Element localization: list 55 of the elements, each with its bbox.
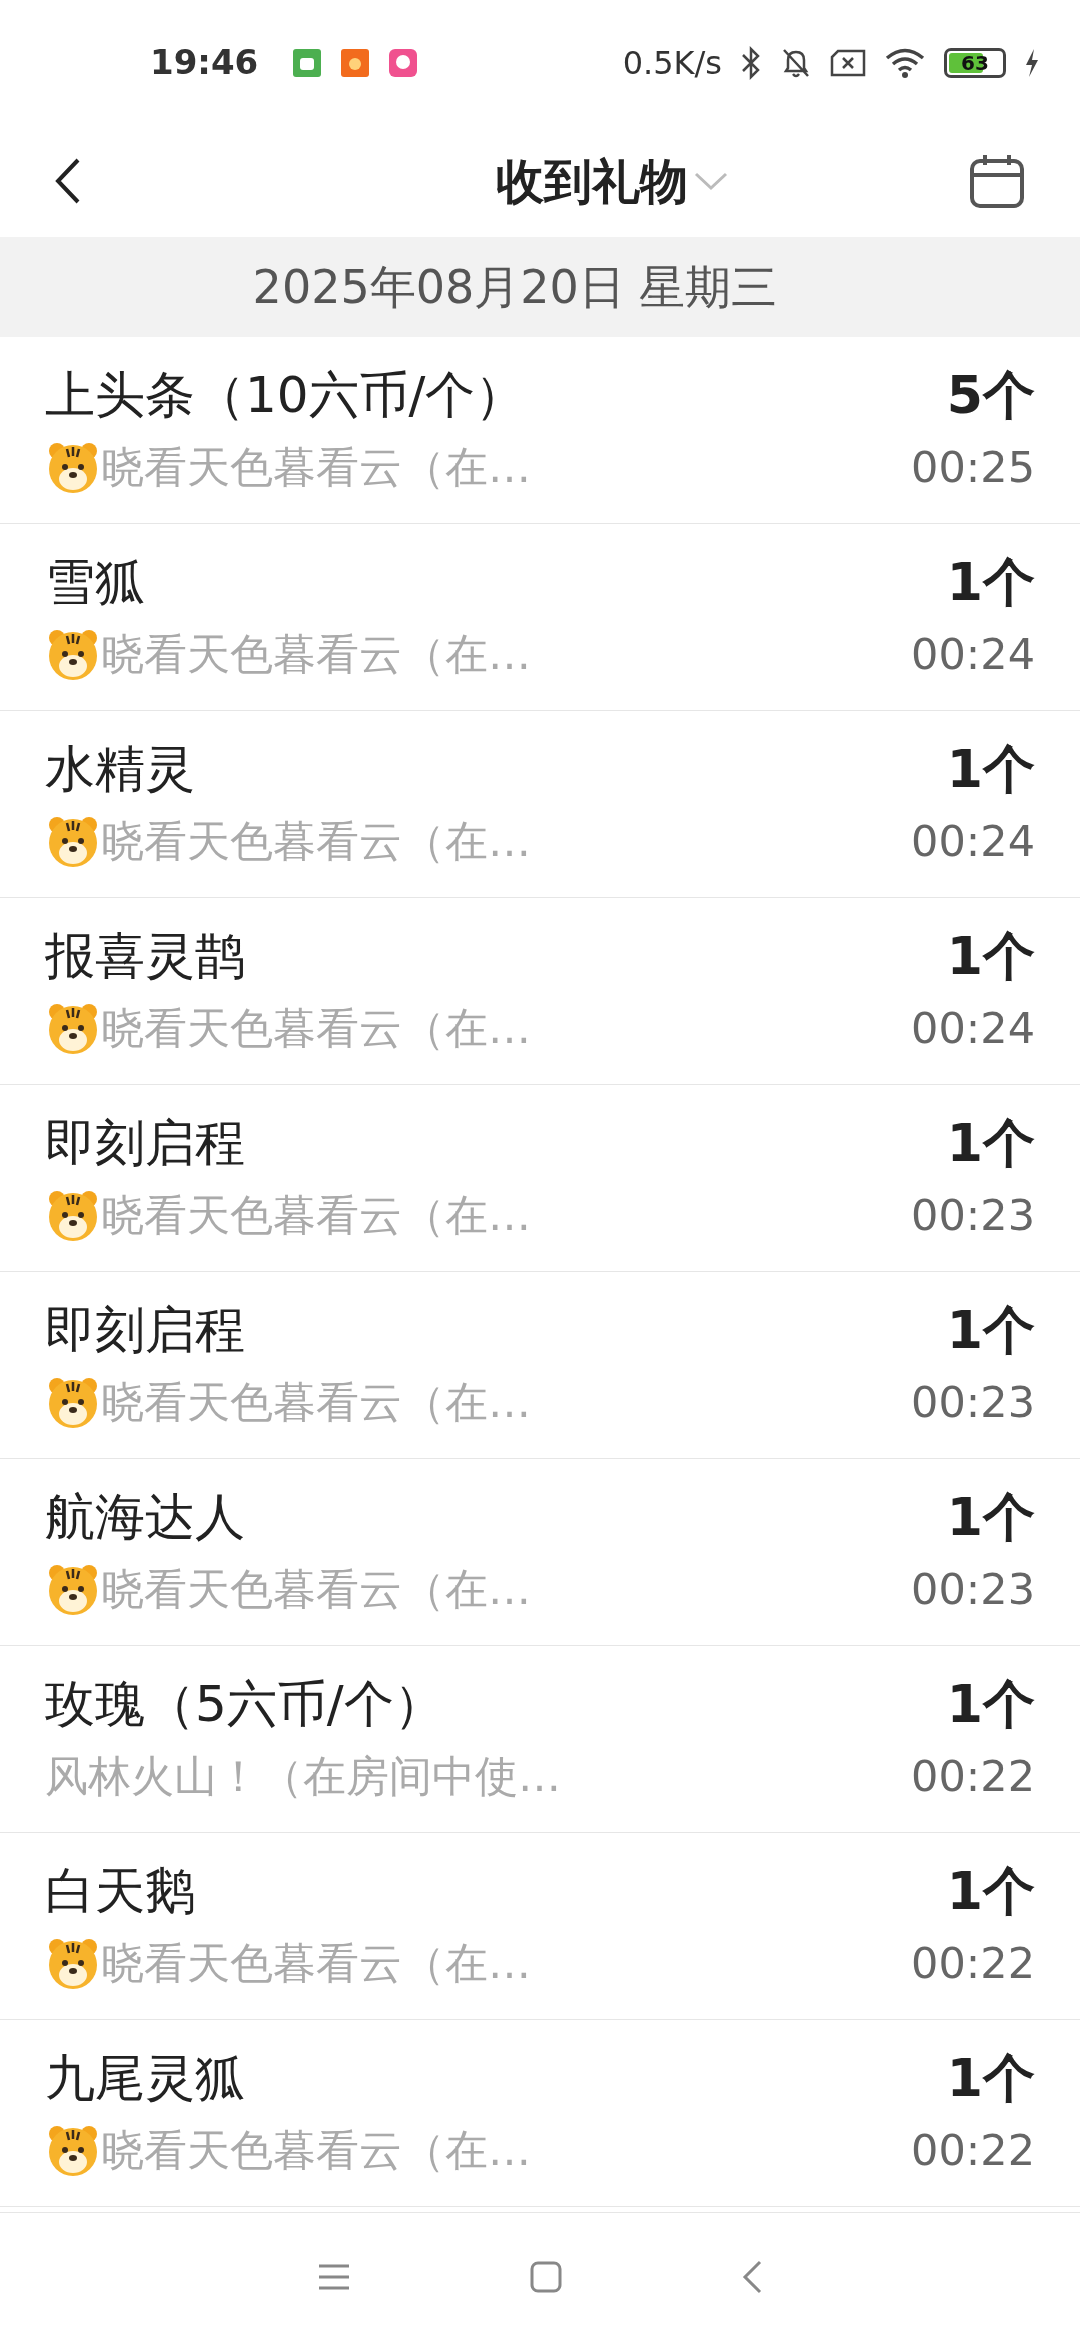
sender-name: 晓看天色暮看云（在… bbox=[101, 1937, 531, 1990]
menu-icon[interactable] bbox=[318, 2263, 350, 2290]
gift-time: 00:24 bbox=[911, 815, 1035, 868]
calendar-icon bbox=[969, 153, 1025, 209]
gift-name: 即刻启程 bbox=[45, 1300, 246, 1360]
clock: 19:46 bbox=[150, 41, 259, 84]
gift-time: 00:24 bbox=[911, 628, 1035, 681]
sender-name: 晓看天色暮看云（在… bbox=[101, 1002, 531, 1055]
gift-count: 1个 bbox=[946, 1674, 1035, 1734]
bluetooth-icon bbox=[740, 45, 762, 80]
gift-name: 航海达人 bbox=[45, 1487, 246, 1547]
network-speed: 0.5K/s bbox=[622, 42, 722, 84]
gift-count: 5个 bbox=[946, 365, 1035, 425]
sender-name: 风林火山！（在房间中使… bbox=[45, 1750, 561, 1803]
gift-name: 报喜灵鹊 bbox=[45, 926, 246, 986]
sender-name: 晓看天色暮看云（在… bbox=[101, 1189, 531, 1242]
gift-name: 九尾灵狐 bbox=[45, 2048, 246, 2108]
wifi-icon bbox=[884, 46, 926, 79]
sender-name: 晓看天色暮看云（在… bbox=[101, 441, 531, 494]
sender-name: 晓看天色暮看云（在… bbox=[101, 2124, 531, 2177]
calendar-button[interactable] bbox=[969, 153, 1025, 209]
gift-time: 00:23 bbox=[911, 1376, 1035, 1429]
gift-count: 1个 bbox=[946, 739, 1035, 799]
back-nav-icon[interactable] bbox=[742, 2259, 762, 2294]
chevron-down-icon bbox=[694, 171, 728, 191]
back-icon bbox=[55, 157, 81, 205]
gift-count: 1个 bbox=[946, 1300, 1035, 1360]
gift-time: 00:22 bbox=[911, 1750, 1035, 1803]
gift-time: 00:23 bbox=[911, 1563, 1035, 1616]
gift-count: 1个 bbox=[946, 552, 1035, 612]
charging-bolt-icon bbox=[1024, 47, 1040, 78]
gift-name: 水精灵 bbox=[45, 739, 196, 799]
gift-name: 白天鹅 bbox=[45, 1861, 196, 1921]
sender-name: 晓看天色暮看云（在… bbox=[101, 1376, 531, 1429]
gift-count: 1个 bbox=[946, 2048, 1035, 2108]
sender-name: 晓看天色暮看云（在… bbox=[101, 628, 531, 681]
gift-name: 雪狐 bbox=[45, 552, 146, 612]
gift-name: 上头条（10六币/个） bbox=[45, 365, 527, 425]
gift-time: 00:25 bbox=[911, 441, 1035, 494]
home-icon[interactable] bbox=[530, 2260, 562, 2293]
sender-name: 晓看天色暮看云（在… bbox=[101, 815, 531, 868]
gift-count: 1个 bbox=[946, 1861, 1035, 1921]
sender-name: 晓看天色暮看云（在… bbox=[101, 1563, 531, 1616]
gift-count: 1个 bbox=[946, 1487, 1035, 1547]
gift-name: 即刻启程 bbox=[45, 1113, 246, 1173]
gift-time: 00:23 bbox=[911, 1189, 1035, 1242]
date-label: 2025年08月20日 星期三 bbox=[252, 258, 779, 316]
title-dropdown[interactable]: 收到礼物 bbox=[496, 145, 728, 217]
sim-card-x-icon bbox=[830, 48, 866, 77]
gift-name: 玫瑰（5六币/个） bbox=[45, 1674, 445, 1734]
gift-time: 00:24 bbox=[911, 1002, 1035, 1055]
gift-count: 1个 bbox=[946, 926, 1035, 986]
gift-time: 00:22 bbox=[911, 1937, 1035, 1990]
gift-count: 1个 bbox=[946, 1113, 1035, 1173]
gift-time: 00:22 bbox=[911, 2124, 1035, 2177]
